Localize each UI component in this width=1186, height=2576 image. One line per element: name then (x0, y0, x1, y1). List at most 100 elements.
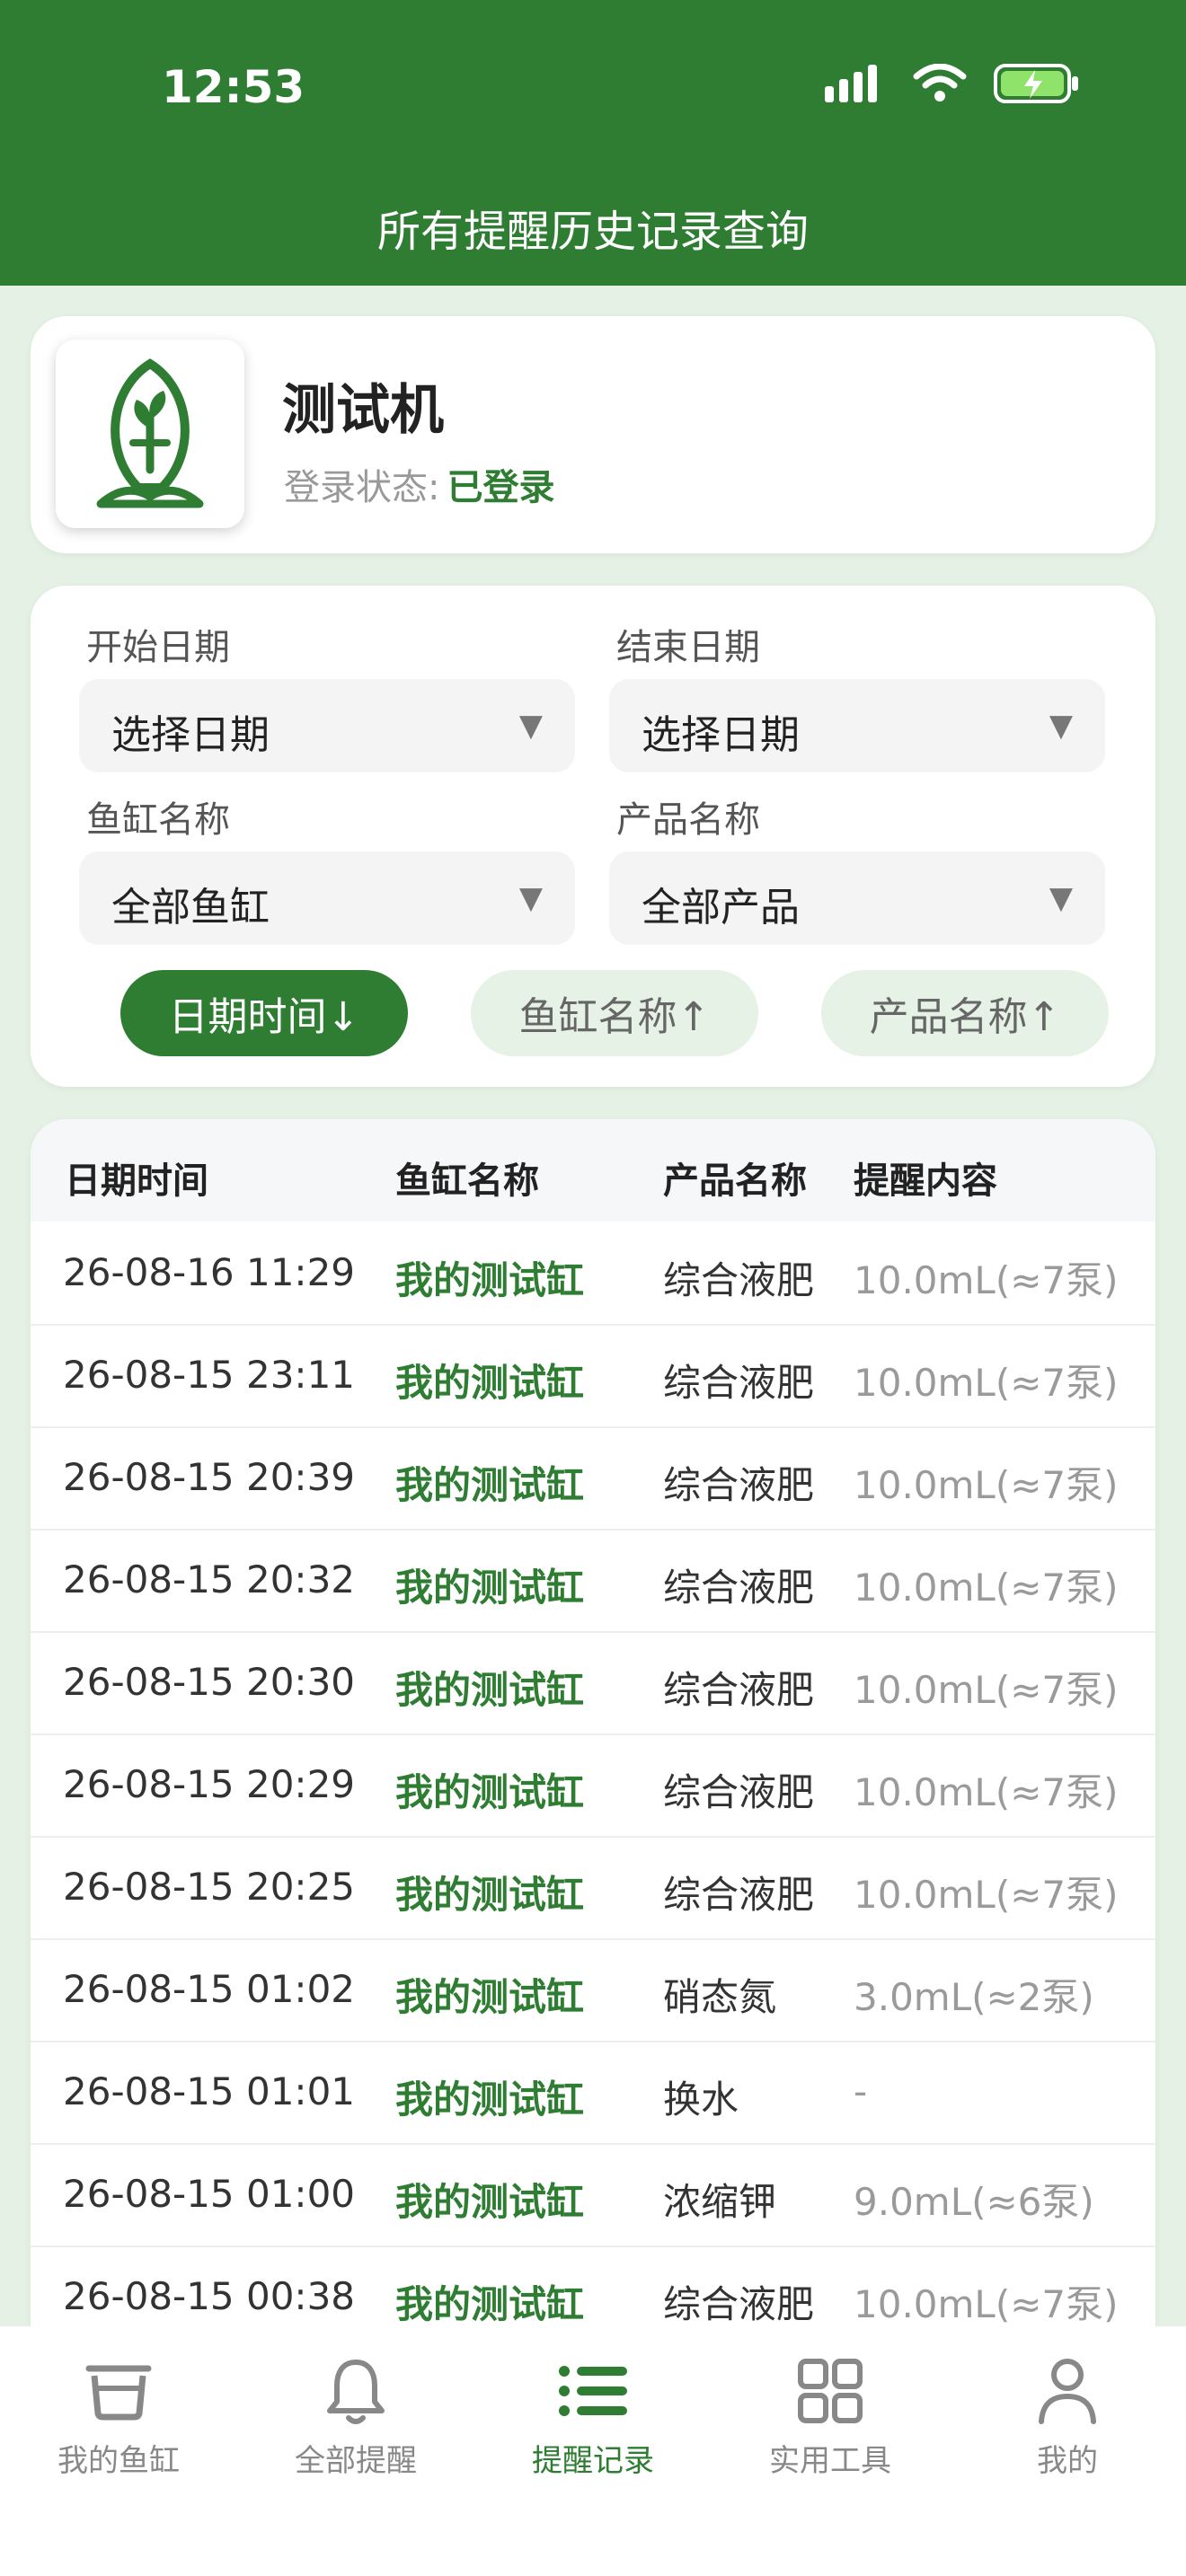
table-row[interactable]: 26-08-16 11:29 我的测试缸 综合液肥 10.0mL(≈7泵) (31, 1222, 1155, 1326)
cell-datetime: 26-08-15 20:25 (63, 1865, 356, 1909)
end-date-select[interactable]: 选择日期 ▼ (609, 679, 1105, 772)
history-table: 日期时间 鱼缸名称 产品名称 提醒内容 26-08-16 11:29 我的测试缸综… (31, 1119, 1155, 2377)
cell-product: 综合液肥 (663, 1566, 815, 1610)
cell-product: 综合液肥 (663, 1668, 815, 1712)
cell-datetime: 26-08-15 00:38 (63, 2274, 356, 2318)
table-row[interactable]: 26-08-15 20:39 我的测试缸 综合液肥 10.0mL(≈7泵) (31, 1426, 1155, 1531)
cell-tank: 我的测试缸 (395, 1361, 585, 1405)
cell-datetime: 26-08-15 23:11 (63, 1353, 356, 1397)
cell-content: 10.0mL(≈7泵) (854, 2282, 1119, 2326)
cell-tank: 我的测试缸 (395, 1668, 585, 1712)
tab-my-tanks[interactable]: 我的鱼缸 (0, 2353, 237, 2480)
wifi-icon (913, 64, 967, 101)
cell-content: 10.0mL(≈7泵) (854, 1258, 1119, 1302)
profile-card: 测试机 登录状态: 已登录 (31, 316, 1155, 553)
column-header-datetime: 日期时间 (65, 1160, 208, 1202)
cell-content: 10.0mL(≈7泵) (854, 1463, 1119, 1507)
table-row[interactable]: 26-08-15 20:32 我的测试缸 综合液肥 10.0mL(≈7泵) (31, 1529, 1155, 1633)
cell-datetime: 26-08-16 11:29 (63, 1250, 356, 1294)
table-header: 日期时间 鱼缸名称 产品名称 提醒内容 (31, 1119, 1155, 1222)
battery-icon (994, 64, 1078, 103)
bottom-tab-bar: 我的鱼缸 全部提醒 提醒记录 实用工具 我的 (0, 2326, 1186, 2576)
cell-tank: 我的测试缸 (395, 2078, 585, 2122)
product-filter-label: 产品名称 (616, 799, 760, 841)
tank-icon (85, 2365, 152, 2421)
tab-label: 提醒记录 (532, 2443, 654, 2479)
bell-icon (327, 2360, 385, 2424)
table-row[interactable]: 26-08-15 20:25 我的测试缸 综合液肥 10.0mL(≈7泵) (31, 1836, 1155, 1940)
dropdown-arrow-icon: ▼ (1049, 708, 1073, 744)
login-status-line: 登录状态: 已登录 (284, 458, 554, 510)
grid-icon (798, 2359, 863, 2423)
cell-content: 3.0mL(≈2泵) (854, 1975, 1094, 2019)
cell-product: 浓缩钾 (663, 2180, 777, 2224)
login-label: 登录状态: (284, 467, 440, 508)
cell-content: 10.0mL(≈7泵) (854, 1361, 1119, 1405)
cell-content: 10.0mL(≈7泵) (854, 1668, 1119, 1712)
tab-reminder-history[interactable]: 提醒记录 (474, 2353, 712, 2480)
cell-tank: 我的测试缸 (395, 1975, 585, 2019)
table-row[interactable]: 26-08-15 20:29 我的测试缸 综合液肥 10.0mL(≈7泵) (31, 1734, 1155, 1838)
cell-product: 综合液肥 (663, 1770, 815, 1814)
cell-product: 换水 (663, 2078, 739, 2122)
table-row[interactable]: 26-08-15 23:11 我的测试缸 综合液肥 10.0mL(≈7泵) (31, 1324, 1155, 1428)
cell-product: 综合液肥 (663, 2282, 815, 2326)
login-status: 已登录 (447, 467, 555, 508)
leaf-logo-icon (96, 358, 204, 508)
cell-datetime: 26-08-15 20:29 (63, 1762, 356, 1806)
cell-tank: 我的测试缸 (395, 2282, 585, 2326)
tab-tools[interactable]: 实用工具 (712, 2353, 949, 2480)
tank-filter-label: 鱼缸名称 (86, 799, 230, 841)
cell-datetime: 26-08-15 01:01 (63, 2069, 356, 2113)
tab-label: 我的 (1037, 2443, 1098, 2479)
signal-icon (825, 65, 877, 102)
cell-product: 综合液肥 (663, 1873, 815, 1917)
app-logo (56, 340, 244, 528)
dropdown-arrow-icon: ▼ (518, 708, 543, 744)
cell-datetime: 26-08-15 20:39 (63, 1455, 356, 1499)
page-title: 所有提醒历史记录查询 (376, 207, 809, 257)
cell-tank: 我的测试缸 (395, 1770, 585, 1814)
table-row[interactable]: 26-08-15 20:30 我的测试缸 综合液肥 10.0mL(≈7泵) (31, 1631, 1155, 1735)
cell-content: - (854, 2069, 868, 2113)
tab-label: 实用工具 (769, 2443, 891, 2479)
start-date-label: 开始日期 (86, 627, 230, 668)
product-select[interactable]: 全部产品 ▼ (609, 851, 1105, 945)
tab-all-reminders[interactable]: 全部提醒 (237, 2353, 474, 2480)
product-select-value: 全部产品 (642, 885, 800, 931)
table-row[interactable]: 26-08-15 01:01 我的测试缸 换水 - (31, 2041, 1155, 2145)
table-row[interactable]: 26-08-15 01:00 我的测试缸 浓缩钾 9.0mL(≈6泵) (31, 2143, 1155, 2247)
cell-datetime: 26-08-15 01:02 (63, 1967, 356, 2011)
tab-me[interactable]: 我的 (949, 2353, 1186, 2480)
column-header-content: 提醒内容 (854, 1160, 997, 1202)
tank-select[interactable]: 全部鱼缸 ▼ (79, 851, 575, 945)
cell-product: 综合液肥 (663, 1463, 815, 1507)
sort-tank-button[interactable]: 鱼缸名称↑ (471, 970, 758, 1056)
top-header: 12:53 所有提醒历史记录查询 (0, 0, 1186, 286)
cell-content: 10.0mL(≈7泵) (854, 1873, 1119, 1917)
cell-content: 9.0mL(≈6泵) (854, 2180, 1094, 2224)
cell-tank: 我的测试缸 (395, 1873, 585, 1917)
start-date-value: 选择日期 (111, 712, 270, 758)
filter-card: 开始日期 结束日期 选择日期 ▼ 选择日期 ▼ 鱼缸名称 产品名称 全部鱼缸 ▼… (31, 586, 1155, 1087)
cell-product: 综合液肥 (663, 1258, 815, 1302)
column-header-tank: 鱼缸名称 (395, 1160, 539, 1202)
sort-datetime-button[interactable]: 日期时间↓ (120, 970, 408, 1056)
cell-tank: 我的测试缸 (395, 2180, 585, 2224)
start-date-select[interactable]: 选择日期 ▼ (79, 679, 575, 772)
cell-datetime: 26-08-15 20:32 (63, 1557, 356, 1601)
status-time: 12:53 (162, 61, 305, 113)
cell-tank: 我的测试缸 (395, 1566, 585, 1610)
cell-tank: 我的测试缸 (395, 1258, 585, 1302)
dropdown-arrow-icon: ▼ (1049, 880, 1073, 916)
cell-content: 10.0mL(≈7泵) (854, 1770, 1119, 1814)
cell-product: 硝态氮 (663, 1975, 777, 2019)
dropdown-arrow-icon: ▼ (518, 880, 543, 916)
sort-product-button[interactable]: 产品名称↑ (821, 970, 1109, 1056)
device-name: 测试机 (282, 379, 444, 442)
table-row[interactable]: 26-08-15 01:02 我的测试缸 硝态氮 3.0mL(≈2泵) (31, 1938, 1155, 2042)
column-header-product: 产品名称 (663, 1160, 807, 1202)
tank-select-value: 全部鱼缸 (111, 885, 270, 931)
tab-label: 全部提醒 (295, 2443, 417, 2479)
cell-tank: 我的测试缸 (395, 1463, 585, 1507)
